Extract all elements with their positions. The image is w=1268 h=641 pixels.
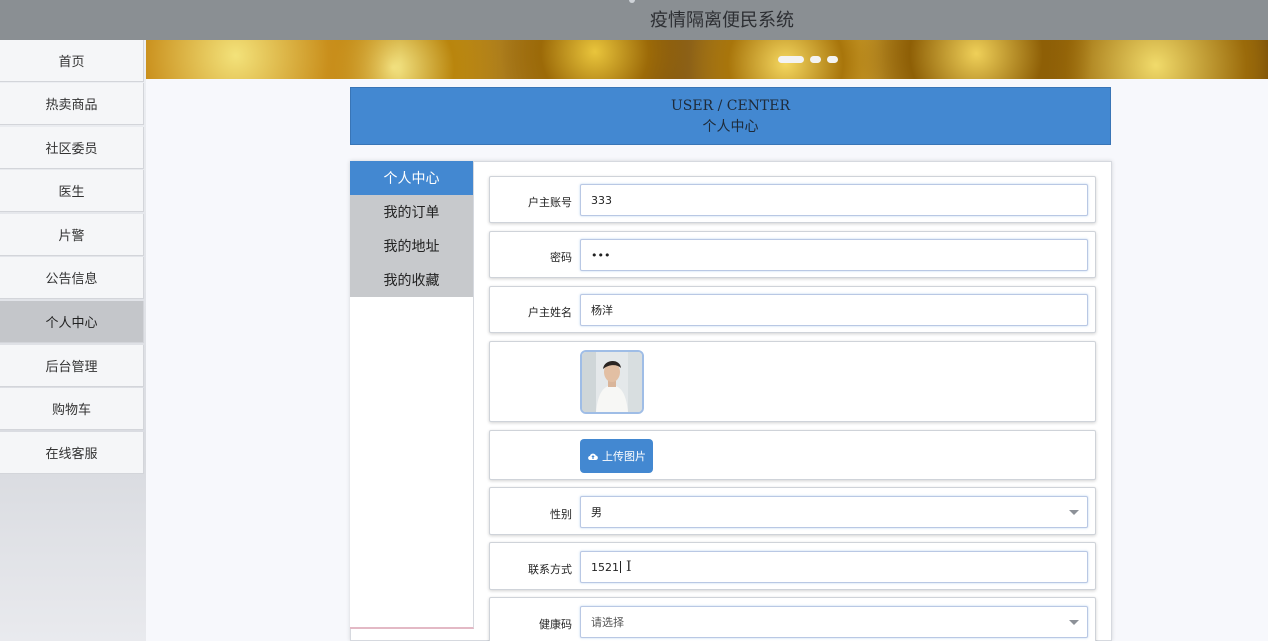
top-bar: 疫情隔离便民系统 bbox=[0, 0, 1268, 40]
health-code-placeholder: 请选择 bbox=[591, 616, 624, 629]
sidebar-item-police[interactable]: 片警 bbox=[0, 214, 144, 256]
sidebar-item-community-committee[interactable]: 社区委员 bbox=[0, 127, 144, 169]
sidebar-item-home[interactable]: 首页 bbox=[0, 40, 144, 82]
sidebar-item-online-service[interactable]: 在线客服 bbox=[0, 432, 144, 474]
carousel-indicator[interactable] bbox=[810, 56, 821, 63]
upload-label: 上传图片 bbox=[602, 450, 646, 463]
form-row-account: 户主账号 333 bbox=[489, 176, 1096, 223]
app-title: 疫情隔离便民系统 bbox=[650, 10, 794, 31]
avatar-image bbox=[580, 350, 644, 414]
name-input[interactable]: 杨洋 bbox=[580, 294, 1088, 326]
person-photo-icon bbox=[582, 352, 642, 412]
phone-input[interactable]: 1521 bbox=[580, 551, 1088, 583]
name-value: 杨洋 bbox=[591, 304, 613, 317]
sidebar-item-admin[interactable]: 后台管理 bbox=[0, 345, 144, 387]
sidebar-item-cart[interactable]: 购物车 bbox=[0, 388, 144, 430]
ibeam-cursor-icon: I bbox=[626, 559, 632, 575]
health-code-select[interactable]: 请选择 bbox=[580, 606, 1088, 638]
carousel-indicator-active[interactable] bbox=[778, 56, 804, 63]
form-row-password: 密码 ••• bbox=[489, 231, 1096, 278]
health-code-label: 健康码 bbox=[539, 618, 572, 631]
tab-personal-center[interactable]: 个人中心 bbox=[350, 161, 473, 195]
account-input[interactable]: 333 bbox=[580, 184, 1088, 216]
gender-select[interactable]: 男 bbox=[580, 496, 1088, 528]
tab-my-address[interactable]: 我的地址 bbox=[350, 229, 473, 263]
phone-label: 联系方式 bbox=[528, 563, 572, 576]
form-row-name: 户主姓名 杨洋 bbox=[489, 286, 1096, 333]
tab-my-favorites[interactable]: 我的收藏 bbox=[350, 263, 473, 297]
header-title-en: USER / CENTER bbox=[670, 98, 791, 114]
form-row-avatar bbox=[489, 341, 1096, 422]
form-row-phone: 联系方式 1521 bbox=[489, 542, 1096, 590]
gender-label: 性别 bbox=[550, 508, 572, 521]
sidebar-item-announcements[interactable]: 公告信息 bbox=[0, 257, 144, 299]
chevron-down-icon bbox=[1069, 620, 1079, 625]
gender-value: 男 bbox=[591, 506, 602, 519]
sidebar-item-personal-center[interactable]: 个人中心 bbox=[0, 301, 144, 343]
account-label: 户主账号 bbox=[528, 196, 572, 209]
sidebar-item-hot-products[interactable]: 热卖商品 bbox=[0, 83, 144, 125]
upload-image-button[interactable]: 上传图片 bbox=[580, 439, 653, 473]
form-row-upload: 上传图片 bbox=[489, 430, 1096, 480]
tab-my-orders[interactable]: 我的订单 bbox=[350, 195, 473, 229]
sidebar: 首页 热卖商品 社区委员 医生 片警 公告信息 个人中心 后台管理 购物车 在线… bbox=[0, 40, 146, 641]
password-value: ••• bbox=[591, 248, 611, 262]
top-indicator bbox=[629, 0, 635, 3]
password-label: 密码 bbox=[550, 251, 572, 264]
user-center-header: USER / CENTER 个人中心 bbox=[350, 87, 1111, 145]
account-value: 333 bbox=[591, 193, 612, 207]
user-tabs: 个人中心 我的订单 我的地址 我的收藏 bbox=[350, 161, 474, 629]
cloud-upload-icon bbox=[588, 453, 598, 460]
form-row-health-code: 健康码 请选择 bbox=[489, 597, 1096, 641]
banner-carousel bbox=[146, 40, 1268, 79]
phone-value: 1521 bbox=[591, 560, 619, 574]
header-title-cn: 个人中心 bbox=[702, 119, 759, 135]
form-row-gender: 性别 男 bbox=[489, 487, 1096, 535]
sidebar-item-doctor[interactable]: 医生 bbox=[0, 170, 144, 212]
password-input[interactable]: ••• bbox=[580, 239, 1088, 271]
chevron-down-icon bbox=[1069, 510, 1079, 515]
name-label: 户主姓名 bbox=[528, 306, 572, 319]
carousel-indicator[interactable] bbox=[827, 56, 838, 63]
text-caret bbox=[620, 561, 621, 573]
